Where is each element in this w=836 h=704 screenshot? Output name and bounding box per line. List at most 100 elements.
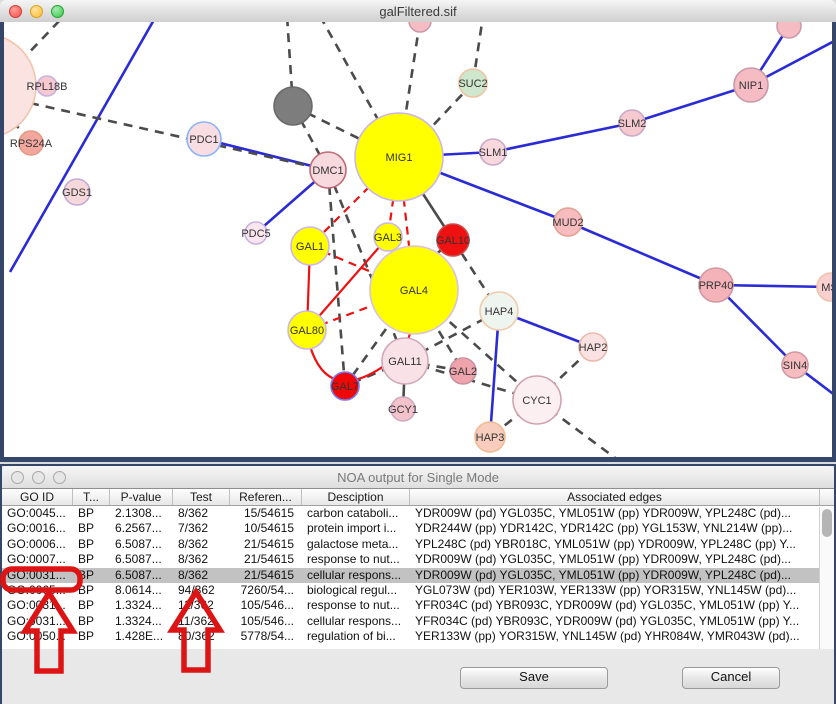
table-row[interactable]: GO:0045...BP2.1308...8/36215/54615carbon… — [2, 506, 834, 521]
cell-referen-[interactable]: 7260/54... — [230, 583, 302, 598]
cell-desciption[interactable]: cellular respons... — [302, 614, 410, 629]
column-header-4[interactable]: Referen... — [230, 489, 302, 505]
save-button[interactable]: Save — [460, 667, 608, 689]
column-header-6[interactable]: Associated edges — [410, 489, 820, 505]
cell-go-id[interactable]: GO:0031... — [2, 598, 73, 613]
cell-test[interactable]: 7/362 — [173, 521, 230, 536]
cell-associated-edges[interactable]: YFR034C (pd) YBR093C, YDR009W (pd) YGL03… — [410, 598, 834, 613]
cell-t-[interactable]: BP — [73, 614, 110, 629]
cell-t-[interactable]: BP — [73, 506, 110, 521]
node-pink-top[interactable] — [409, 22, 431, 32]
cell-referen-[interactable]: 21/54615 — [230, 568, 302, 583]
cell-t-[interactable]: BP — [73, 537, 110, 552]
vertical-scrollbar[interactable] — [819, 507, 834, 649]
column-header-0[interactable]: GO ID — [2, 489, 73, 505]
graph-edge[interactable] — [204, 139, 328, 170]
cell-associated-edges[interactable]: YDR009W (pd) YGL035C, YML051W (pp) YDR00… — [410, 506, 834, 521]
cell-referen-[interactable]: 105/546... — [230, 614, 302, 629]
minimize-button[interactable] — [30, 5, 43, 18]
cell-t-[interactable]: BP — [73, 583, 110, 598]
table-row[interactable]: GO:0031...BP1.3324...11/362105/546...res… — [2, 598, 834, 613]
cell-referen-[interactable]: 10/54615 — [230, 521, 302, 536]
column-header-3[interactable]: Test — [173, 489, 230, 505]
scrollbar-thumb[interactable] — [822, 509, 832, 537]
minimize-button[interactable] — [32, 471, 45, 484]
cell-referen-[interactable]: 5778/54... — [230, 629, 302, 644]
cell-test[interactable]: 11/362 — [173, 614, 230, 629]
cell-associated-edges[interactable]: YDR244W (pp) YDR142C, YDR142C (pp) YGL15… — [410, 521, 834, 536]
cell-desciption[interactable]: carbon cataboli... — [302, 506, 410, 521]
cell-go-id[interactable]: GO:0016... — [2, 521, 73, 536]
cell-go-id[interactable]: GO:0006... — [2, 537, 73, 552]
column-header-1[interactable]: T... — [73, 489, 110, 505]
graph-edge[interactable] — [493, 123, 632, 152]
network-window-titlebar[interactable]: galFiltered.sif — [0, 0, 836, 23]
cell-associated-edges[interactable]: YPL248C (pd) YBR018C, YML051W (pp) YDR00… — [410, 537, 834, 552]
network-canvas[interactable]: RPL18BRPS24AGDS1PDC1DMC1MIG1SUC2SLM1SLM2… — [0, 22, 836, 462]
cell-associated-edges[interactable]: YDR009W (pd) YGL035C, YML051W (pp) YDR00… — [410, 552, 834, 567]
column-header-5[interactable]: Desciption — [302, 489, 410, 505]
cell-go-id[interactable]: GO:0050... — [2, 629, 73, 644]
table-row[interactable]: GO:0016...BP6.2567...7/36210/54615protei… — [2, 521, 834, 536]
cell-p-value[interactable]: 6.2567... — [110, 521, 173, 536]
cell-associated-edges[interactable]: YER133W (pp) YOR315W, YNL145W (pd) YHR08… — [410, 629, 834, 644]
cell-desciption[interactable]: regulation of bi... — [302, 629, 410, 644]
cell-referen-[interactable]: 21/54615 — [230, 537, 302, 552]
cell-go-id[interactable]: GO:0031... — [2, 614, 73, 629]
cell-desciption[interactable]: protein import i... — [302, 521, 410, 536]
cell-desciption[interactable]: biological regul... — [302, 583, 410, 598]
table-row[interactable]: GO:0050...BP1.428E...80/3625778/54...reg… — [2, 629, 834, 644]
cell-test[interactable]: 94/362 — [173, 583, 230, 598]
cell-t-[interactable]: BP — [73, 521, 110, 536]
cell-p-value[interactable]: 6.5087... — [110, 537, 173, 552]
cell-p-value[interactable]: 1.3324... — [110, 598, 173, 613]
cell-p-value[interactable]: 6.5087... — [110, 568, 173, 583]
cell-go-id[interactable]: GO:0007... — [2, 552, 73, 567]
cancel-button[interactable]: Cancel — [682, 667, 780, 689]
cell-referen-[interactable]: 21/54615 — [230, 552, 302, 567]
cell-desciption[interactable]: galactose meta... — [302, 537, 410, 552]
cell-test[interactable]: 80/362 — [173, 629, 230, 644]
cell-referen-[interactable]: 15/54615 — [230, 506, 302, 521]
table-row[interactable]: GO:0031...BP1.3324...11/362105/546...cel… — [2, 614, 834, 629]
table-row[interactable]: GO:0065...BP8.0614...94/3627260/54...bio… — [2, 583, 834, 598]
cell-desciption[interactable]: cellular respons... — [302, 568, 410, 583]
cell-t-[interactable]: BP — [73, 629, 110, 644]
cell-associated-edges[interactable]: YGL073W (pd) YER103W, YER133W (pp) YOR31… — [410, 583, 834, 598]
cell-go-id[interactable]: GO:0045... — [2, 506, 73, 521]
cell-p-value[interactable]: 2.1308... — [110, 506, 173, 521]
cell-test[interactable]: 8/362 — [173, 552, 230, 567]
cell-p-value[interactable]: 1.428E... — [110, 629, 173, 644]
cell-desciption[interactable]: response to nut... — [302, 598, 410, 613]
close-button[interactable] — [9, 5, 22, 18]
graph-edge[interactable] — [568, 222, 716, 285]
cell-p-value[interactable]: 8.0614... — [110, 583, 173, 598]
cell-desciption[interactable]: response to nut... — [302, 552, 410, 567]
cell-test[interactable]: 8/362 — [173, 537, 230, 552]
cell-test[interactable]: 11/362 — [173, 598, 230, 613]
cell-associated-edges[interactable]: YDR009W (pd) YGL035C, YML051W (pp) YDR00… — [410, 568, 834, 583]
cell-t-[interactable]: BP — [73, 568, 110, 583]
table-row[interactable]: GO:0007...BP6.5087...8/36221/54615respon… — [2, 552, 834, 567]
node-label-GAL11: GAL11 — [388, 356, 421, 368]
node-gray-node[interactable] — [274, 87, 312, 125]
table-row[interactable]: GO:0006...BP6.5087...8/36221/54615galact… — [2, 537, 834, 552]
close-button[interactable] — [11, 471, 24, 484]
zoom-button[interactable] — [53, 471, 66, 484]
cell-go-id[interactable]: GO:0065... — [2, 583, 73, 598]
cell-go-id[interactable]: GO:0031... — [2, 568, 73, 583]
cell-referen-[interactable]: 105/546... — [230, 598, 302, 613]
table-row[interactable]: GO:0031...BP6.5087...8/36221/54615cellul… — [2, 568, 834, 583]
cell-t-[interactable]: BP — [73, 552, 110, 567]
node-pink-topright[interactable] — [777, 22, 801, 38]
cell-test[interactable]: 8/362 — [173, 506, 230, 521]
noa-window-titlebar[interactable]: NOA output for Single Mode — [2, 466, 834, 489]
graph-edge[interactable] — [632, 85, 751, 123]
column-header-2[interactable]: P-value — [110, 489, 173, 505]
cell-p-value[interactable]: 6.5087... — [110, 552, 173, 567]
cell-associated-edges[interactable]: YFR034C (pd) YBR093C, YDR009W (pd) YGL03… — [410, 614, 834, 629]
cell-test[interactable]: 8/362 — [173, 568, 230, 583]
cell-p-value[interactable]: 1.3324... — [110, 614, 173, 629]
zoom-button[interactable] — [51, 5, 64, 18]
cell-t-[interactable]: BP — [73, 598, 110, 613]
